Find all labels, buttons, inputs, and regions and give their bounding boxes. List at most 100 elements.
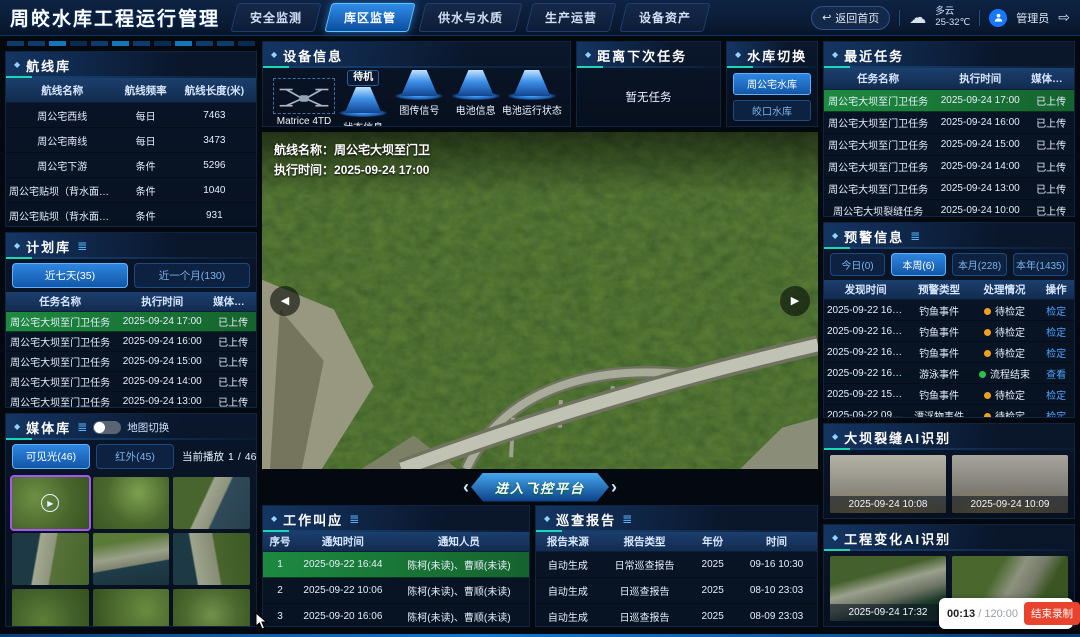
table-row[interactable]: 周公宅大坝至门卫任务 2025-09-24 14:00 已上传	[6, 372, 256, 392]
panel-title: 工作叫应	[283, 510, 343, 529]
warnings-panel: ◆ 预警信息 ≣ 今日(0)本周(6)本月(228)本年(1435) 发现时间预…	[823, 222, 1075, 418]
dashboard-body: ◆ 航线库 航线名称航线频率航线长度(米) 周公宅西线 每日 7463 周公宅南…	[0, 36, 1080, 632]
media-thumbnail[interactable]	[12, 533, 89, 585]
table-row[interactable]: 周公宅大坝至门卫任务 2025-09-24 17:00 已上传	[824, 90, 1074, 112]
image-timestamp: 2025-09-24 10:09	[952, 496, 1068, 513]
table-row[interactable]: 2025-09-22 15:33 钓鱼事件 待检定 检定	[824, 384, 1074, 405]
drone-icon	[278, 83, 330, 109]
diamond-icon: ◆	[585, 51, 591, 59]
next-task-empty: 暂无任务	[577, 68, 720, 126]
action-link[interactable]: 查看	[1038, 364, 1074, 383]
diamond-icon: ◆	[14, 61, 20, 69]
list-icon: ≣	[349, 513, 359, 525]
media-thumbnail[interactable]	[93, 477, 170, 529]
table-row[interactable]: 周公宅大坝至门卫任务 2025-09-24 15:00 已上传	[824, 134, 1074, 156]
route-library-panel: ◆ 航线库 航线名称航线频率航线长度(米) 周公宅西线 每日 7463 周公宅南…	[5, 51, 257, 227]
crack-ai-image[interactable]: 2025-09-24 10:09	[952, 455, 1068, 513]
table-row[interactable]: 2 2025-09-22 10:06 陈柯(未读)、曹顺(未读)	[263, 578, 529, 604]
status-dot	[984, 413, 991, 418]
device-status-item[interactable]: 电池信息	[448, 70, 504, 127]
recent-tasks-panel: ◆ 最近任务 任务名称执行时间媒体上传 周公宅大坝至门卫任务 2025-09-2…	[823, 41, 1075, 217]
action-link[interactable]: 检定	[1038, 343, 1074, 362]
table-row[interactable]: 周公宅南线 每日 3473	[6, 128, 256, 153]
nav-tab[interactable]: 生产运营	[525, 3, 616, 32]
table-row[interactable]: 2025-09-22 16:32 游泳事件 流程结束 查看	[824, 363, 1074, 384]
plan-tab[interactable]: 近一个月(130)	[134, 263, 250, 288]
avatar[interactable]	[989, 9, 1007, 27]
hologram-icon	[343, 87, 383, 113]
reservoir-option[interactable]: 皎口水库	[733, 100, 811, 122]
video-prev-button[interactable]: ◀	[270, 286, 300, 316]
table-row[interactable]: 周公宅大坝至门卫任务 2025-09-24 14:00 已上传	[824, 156, 1074, 178]
warning-tab[interactable]: 本年(1435)	[1013, 253, 1068, 276]
table-row[interactable]: 周公宅大坝裂缝任务 2025-09-24 10:00 已上传	[824, 200, 1074, 217]
media-thumbnail[interactable]	[173, 589, 250, 627]
header-right: ↩ 返回首页 ☁ 多云 25-32℃ 管理员 ⇨	[811, 6, 1070, 30]
table-row[interactable]: 2025-09-22 09:20 漂浮物事件 待检定 检定	[824, 405, 1074, 418]
nav-tab[interactable]: 库区监管	[324, 3, 415, 32]
nav-tab[interactable]: 供水与水质	[418, 3, 522, 32]
table-row[interactable]: 周公宅大坝至门卫任务 2025-09-24 13:00 已上传	[824, 178, 1074, 200]
right-column: ◆ 最近任务 任务名称执行时间媒体上传 周公宅大坝至门卫任务 2025-09-2…	[823, 41, 1075, 627]
table-row[interactable]: 自动生成 日巡查报告 2025 08-09 23:03	[536, 604, 817, 627]
warning-tab[interactable]: 本月(228)	[952, 253, 1007, 276]
media-thumbnail-selected[interactable]: ▶	[12, 477, 89, 529]
device-status-item[interactable]: 电池运行状态	[504, 70, 560, 127]
media-thumbnail[interactable]	[173, 533, 250, 585]
list-icon: ≣	[77, 421, 87, 433]
table-row[interactable]: 2025-09-22 16:32 钓鱼事件 待检定 检定	[824, 321, 1074, 342]
enter-flight-platform-button[interactable]: 进入飞控平台	[471, 473, 609, 502]
change-ai-image[interactable]: 2025-09-24 17:32	[830, 556, 946, 621]
table-row[interactable]: 周公宅大坝至门卫任务 2025-09-24 17:00 已上传	[6, 312, 256, 332]
table-row[interactable]: 1 2025-09-22 16:44 陈柯(未读)、曹顺(未读)	[263, 552, 529, 578]
table-row[interactable]: 周公宅大坝至门卫任务 2025-09-24 16:00 已上传	[824, 112, 1074, 134]
drone-device[interactable]: Matrice 4TD	[273, 78, 335, 127]
table-header: 报告来源报告类型年份时间	[536, 532, 817, 552]
back-icon: ↩	[822, 11, 831, 24]
action-link[interactable]: 检定	[1038, 322, 1074, 341]
map-toggle[interactable]	[93, 421, 121, 434]
table-row[interactable]: 周公宅贴坝（背水面左） 条件 931	[6, 203, 256, 227]
media-thumbnail[interactable]	[93, 589, 170, 627]
report-table: 自动生成 日常巡查报告 2025 09-16 10:30 自动生成 日巡查报告 …	[536, 552, 817, 627]
table-row[interactable]: 3 2025-09-20 16:06 陈柯(未读)、曹顺(未读)	[263, 604, 529, 627]
action-link[interactable]: 检定	[1038, 385, 1074, 404]
device-status-item[interactable]: 待机 状态信息	[335, 70, 391, 127]
action-link[interactable]: 检定	[1038, 301, 1074, 320]
nav-tab[interactable]: 设备资产	[619, 3, 710, 32]
panel-title: 媒体库	[26, 418, 71, 437]
table-row[interactable]: 周公宅大坝至门卫任务 2025-09-24 15:00 已上传	[6, 352, 256, 372]
reservoir-option[interactable]: 周公宅水库	[733, 73, 811, 95]
crack-ai-image[interactable]: 2025-09-24 10:08	[830, 455, 946, 513]
table-row[interactable]: 周公宅贴坝（背水面右） 条件 1040	[6, 178, 256, 203]
media-tab[interactable]: 可见光(46)	[12, 444, 90, 469]
action-link[interactable]: 检定	[1038, 406, 1074, 419]
device-status-item[interactable]: 图传信号	[391, 70, 447, 127]
table-row[interactable]: 周公宅大坝至门卫任务 2025-09-24 13:00 已上传	[6, 392, 256, 408]
table-row[interactable]: 周公宅大坝至门卫任务 2025-09-24 16:00 已上传	[6, 332, 256, 352]
diamond-icon: ◆	[544, 515, 550, 523]
nav-tab[interactable]: 安全监测	[230, 3, 321, 32]
home-button[interactable]: ↩ 返回首页	[811, 6, 890, 30]
route-table: 周公宅西线 每日 7463 周公宅南线 每日 3473 周公宅下游 条件 529…	[6, 103, 256, 227]
table-row[interactable]: 2025-09-22 16:32 钓鱼事件 待检定 检定	[824, 300, 1074, 321]
table-row[interactable]: 2025-09-22 16:32 钓鱼事件 待检定 检定	[824, 342, 1074, 363]
table-header: 发现时间预警类型处理情况操作	[824, 280, 1074, 300]
table-row[interactable]: 自动生成 日常巡查报告 2025 09-16 10:30	[536, 552, 817, 578]
media-thumbnail[interactable]	[12, 589, 89, 627]
table-row[interactable]: 周公宅下游 条件 5296	[6, 153, 256, 178]
panel-title: 距离下次任务	[597, 46, 687, 65]
plan-tab[interactable]: 近七天(35)	[12, 263, 128, 288]
warning-tab[interactable]: 今日(0)	[830, 253, 885, 276]
table-header: 序号通知时间通知人员	[263, 532, 529, 552]
table-row[interactable]: 周公宅西线 每日 7463	[6, 103, 256, 128]
stop-recording-button[interactable]: 结束录制	[1024, 602, 1080, 625]
warning-tab[interactable]: 本周(6)	[891, 253, 946, 276]
logout-icon[interactable]: ⇨	[1058, 9, 1070, 26]
media-thumbnail[interactable]	[173, 477, 250, 529]
video-next-button[interactable]: ▶	[780, 286, 810, 316]
media-thumbnail[interactable]	[93, 533, 170, 585]
table-row[interactable]: 自动生成 日巡查报告 2025 08-10 23:03	[536, 578, 817, 604]
plan-tabs: 近七天(35)近一个月(130)	[6, 259, 256, 292]
media-tab[interactable]: 红外(45)	[96, 444, 174, 469]
